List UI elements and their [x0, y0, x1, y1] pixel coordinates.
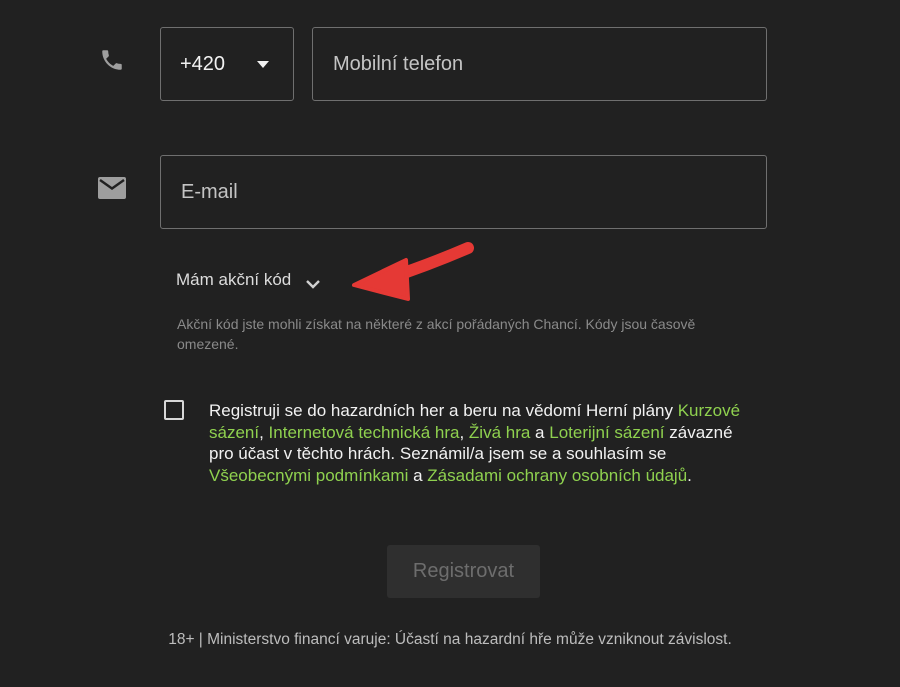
country-code-select[interactable]: +420 — [160, 27, 294, 101]
promo-code-label: Mám akční kód — [176, 270, 292, 289]
promo-code-toggle[interactable]: Mám akční kód — [176, 270, 321, 290]
register-button[interactable]: Registrovat — [387, 545, 540, 598]
link-internetova-technicka-hra[interactable]: Internetová technická hra — [269, 423, 460, 442]
gambling-warning: 18+ | Ministerstvo financí varuje: Účast… — [168, 631, 732, 648]
email-field[interactable] — [160, 155, 767, 229]
registration-form: +420 Mám akční kód Akční kód jste mohli … — [0, 0, 900, 687]
consent-text-part: a — [408, 465, 428, 485]
consent-text-part: a — [530, 422, 550, 442]
phone-icon — [96, 44, 128, 76]
chevron-down-icon — [306, 280, 321, 289]
dropdown-arrow-icon — [257, 60, 269, 68]
consent-text-part: Registruji se do hazardních her a beru n… — [209, 401, 678, 420]
consent-checkbox[interactable] — [164, 400, 184, 420]
phone-field[interactable] — [312, 27, 767, 101]
consent-text: Registruji se do hazardních her a beru n… — [209, 400, 749, 486]
promo-code-hint: Akční kód jste mohli získat na některé z… — [177, 316, 696, 352]
consent-text-part: , — [459, 422, 469, 442]
link-zasady-ochrany-udaju[interactable]: Zásadami ochrany osobních údajů — [427, 466, 687, 485]
consent-text-part: , — [259, 422, 269, 442]
annotation-arrow-icon — [352, 242, 474, 301]
phone-input[interactable] — [313, 28, 766, 100]
email-input[interactable] — [161, 156, 766, 228]
link-loterijni-sazeni[interactable]: Loterijní sázení — [549, 423, 664, 442]
consent-text-part: . — [687, 465, 692, 485]
link-ziva-hra[interactable]: Živá hra — [469, 423, 530, 442]
country-code-value: +420 — [180, 52, 226, 75]
link-vseobecne-podminky[interactable]: Všeobecnými podmínkami — [209, 466, 408, 485]
mail-icon — [96, 172, 128, 204]
